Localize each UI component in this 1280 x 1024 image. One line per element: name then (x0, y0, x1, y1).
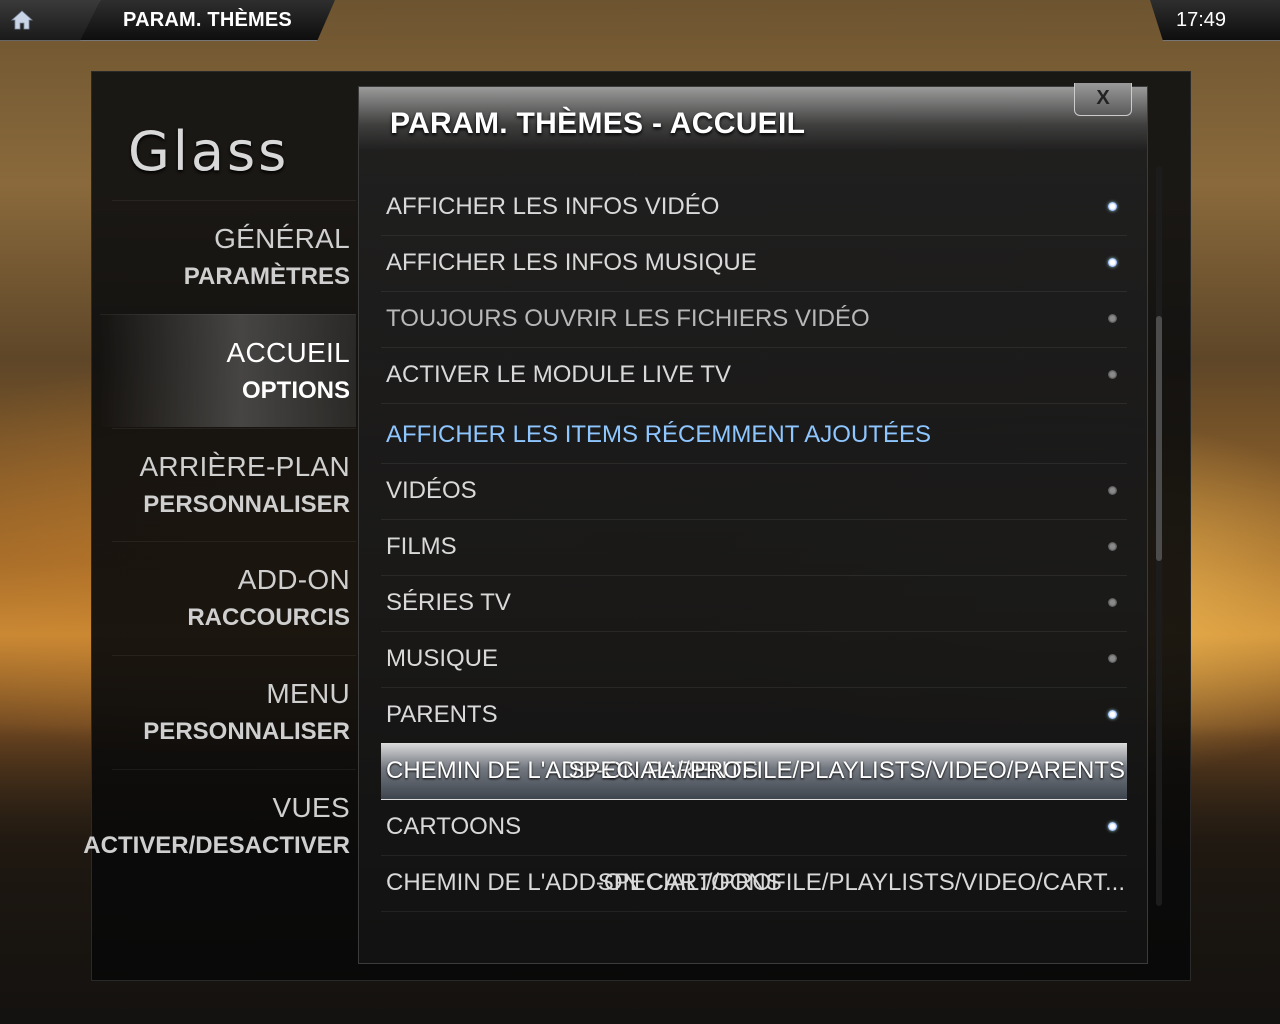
toggle-off-icon[interactable] (1108, 486, 1117, 495)
toggle-on-icon[interactable] (1108, 258, 1117, 267)
sidebar-item-vues[interactable]: VUES ACTIVER/DESACTIVER (83, 769, 356, 882)
sidebar-item-title: ACCUEIL (226, 337, 350, 368)
sidebar-item-add-on[interactable]: ADD-ON RACCOURCIS (112, 541, 356, 654)
window-title-tab: PARAM. THÈMES (80, 0, 335, 41)
sidebar-item-title: MENU (266, 678, 350, 709)
sidebar-item-menu[interactable]: MENU PERSONNALISER (112, 655, 356, 768)
sidebar-item-subtitle: OPTIONS (241, 377, 350, 404)
clock-tab: 17:49 (1150, 0, 1280, 41)
toggle-on-icon[interactable] (1108, 710, 1117, 719)
settings-panel: PARAM. THÈMES - ACCUEIL X AFFICHER LES I… (358, 83, 1162, 964)
toggle-on-icon[interactable] (1108, 822, 1117, 831)
section-header: AFFICHER LES ITEMS RÉCEMMENT AJOUTÉES (381, 403, 1127, 464)
setting-row[interactable]: FILMS (381, 519, 1127, 576)
sidebar-item-general[interactable]: GÉNÉRAL PARAMÈTRES (112, 200, 356, 313)
setting-label: TOUJOURS OUVRIR LES FICHIERS VIDÉO (386, 305, 870, 332)
setting-label: MUSIQUE (386, 645, 499, 672)
setting-row-focused[interactable]: CHEMIN DE L'ADD-ON PARENTS SPECIAL://PRO… (381, 743, 1127, 800)
skin-logo: Glass (128, 120, 290, 183)
sidebar-item-subtitle: RACCOURCIS (187, 604, 350, 631)
setting-label: SÉRIES TV (386, 589, 511, 616)
setting-row[interactable]: TOUJOURS OUVRIR LES FICHIERS VIDÉO (381, 291, 1127, 348)
window-title: PARAM. THÈMES (123, 9, 292, 31)
setting-label: FILMS (386, 533, 457, 560)
setting-label: VIDÉOS (386, 477, 477, 504)
panel-title: PARAM. THÈMES - ACCUEIL (390, 107, 806, 140)
toggle-on-icon[interactable] (1108, 202, 1117, 211)
sidebar-item-accueil[interactable]: ACCUEIL OPTIONS (100, 314, 356, 427)
close-button[interactable]: X (1074, 83, 1132, 116)
setting-label: PARENTS (386, 701, 498, 728)
sidebar-item-subtitle: PERSONNALISER (143, 491, 350, 518)
toggle-off-icon[interactable] (1108, 598, 1117, 607)
toggle-off-icon[interactable] (1108, 370, 1117, 379)
sidebar-item-title: ARRIÈRE-PLAN (139, 451, 350, 482)
setting-row[interactable]: SÉRIES TV (381, 575, 1127, 632)
scrollbar[interactable] (1156, 166, 1162, 906)
setting-row[interactable]: MUSIQUE (381, 631, 1127, 688)
setting-label: AFFICHER LES INFOS MUSIQUE (386, 249, 757, 276)
sidebar-item-title: VUES (272, 792, 350, 823)
setting-row[interactable]: AFFICHER LES INFOS VIDÉO (381, 179, 1127, 236)
setting-row[interactable]: CHEMIN DE L'ADD-ON CARTOONS SPECIAL://PR… (381, 855, 1127, 912)
home-icon (10, 10, 34, 30)
setting-row[interactable]: AFFICHER LES INFOS MUSIQUE (381, 235, 1127, 292)
setting-value: SPECIAL://PROFILE/PLAYLISTS/VIDEO/CART..… (597, 869, 1125, 896)
toggle-off-icon[interactable] (1108, 654, 1117, 663)
scrollbar-thumb[interactable] (1156, 316, 1162, 561)
setting-label: ACTIVER LE MODULE LIVE TV (386, 361, 731, 388)
setting-label: CARTOONS (386, 813, 522, 840)
section-label: AFFICHER LES ITEMS RÉCEMMENT AJOUTÉES (386, 421, 931, 448)
sidebar-item-subtitle: PERSONNALISER (143, 718, 350, 745)
sidebar-item-subtitle: PARAMÈTRES (183, 263, 350, 290)
setting-row[interactable]: PARENTS (381, 687, 1127, 744)
sidebar-item-subtitle: ACTIVER/DESACTIVER (83, 832, 350, 859)
sidebar-item-title: ADD-ON (237, 564, 350, 595)
sidebar-item-arriere-plan[interactable]: ARRIÈRE-PLAN PERSONNALISER (112, 428, 356, 541)
clock: 17:49 (1176, 9, 1227, 31)
settings-list: AFFICHER LES INFOS VIDÉO AFFICHER LES IN… (381, 152, 1127, 960)
setting-value: SPECIAL://PROFILE/PLAYLISTS/VIDEO/PARENT… (568, 757, 1125, 784)
toggle-off-icon[interactable] (1108, 314, 1117, 323)
setting-row[interactable]: CARTOONS (381, 799, 1127, 856)
toggle-off-icon[interactable] (1108, 542, 1117, 551)
setting-row[interactable]: VIDÉOS (381, 463, 1127, 520)
setting-row[interactable]: ACTIVER LE MODULE LIVE TV (381, 347, 1127, 404)
close-icon: X (1096, 87, 1110, 109)
setting-label: AFFICHER LES INFOS VIDÉO (386, 193, 720, 220)
sidebar-item-title: GÉNÉRAL (214, 223, 350, 254)
top-bar: PARAM. THÈMES 17:49 (0, 0, 1280, 42)
